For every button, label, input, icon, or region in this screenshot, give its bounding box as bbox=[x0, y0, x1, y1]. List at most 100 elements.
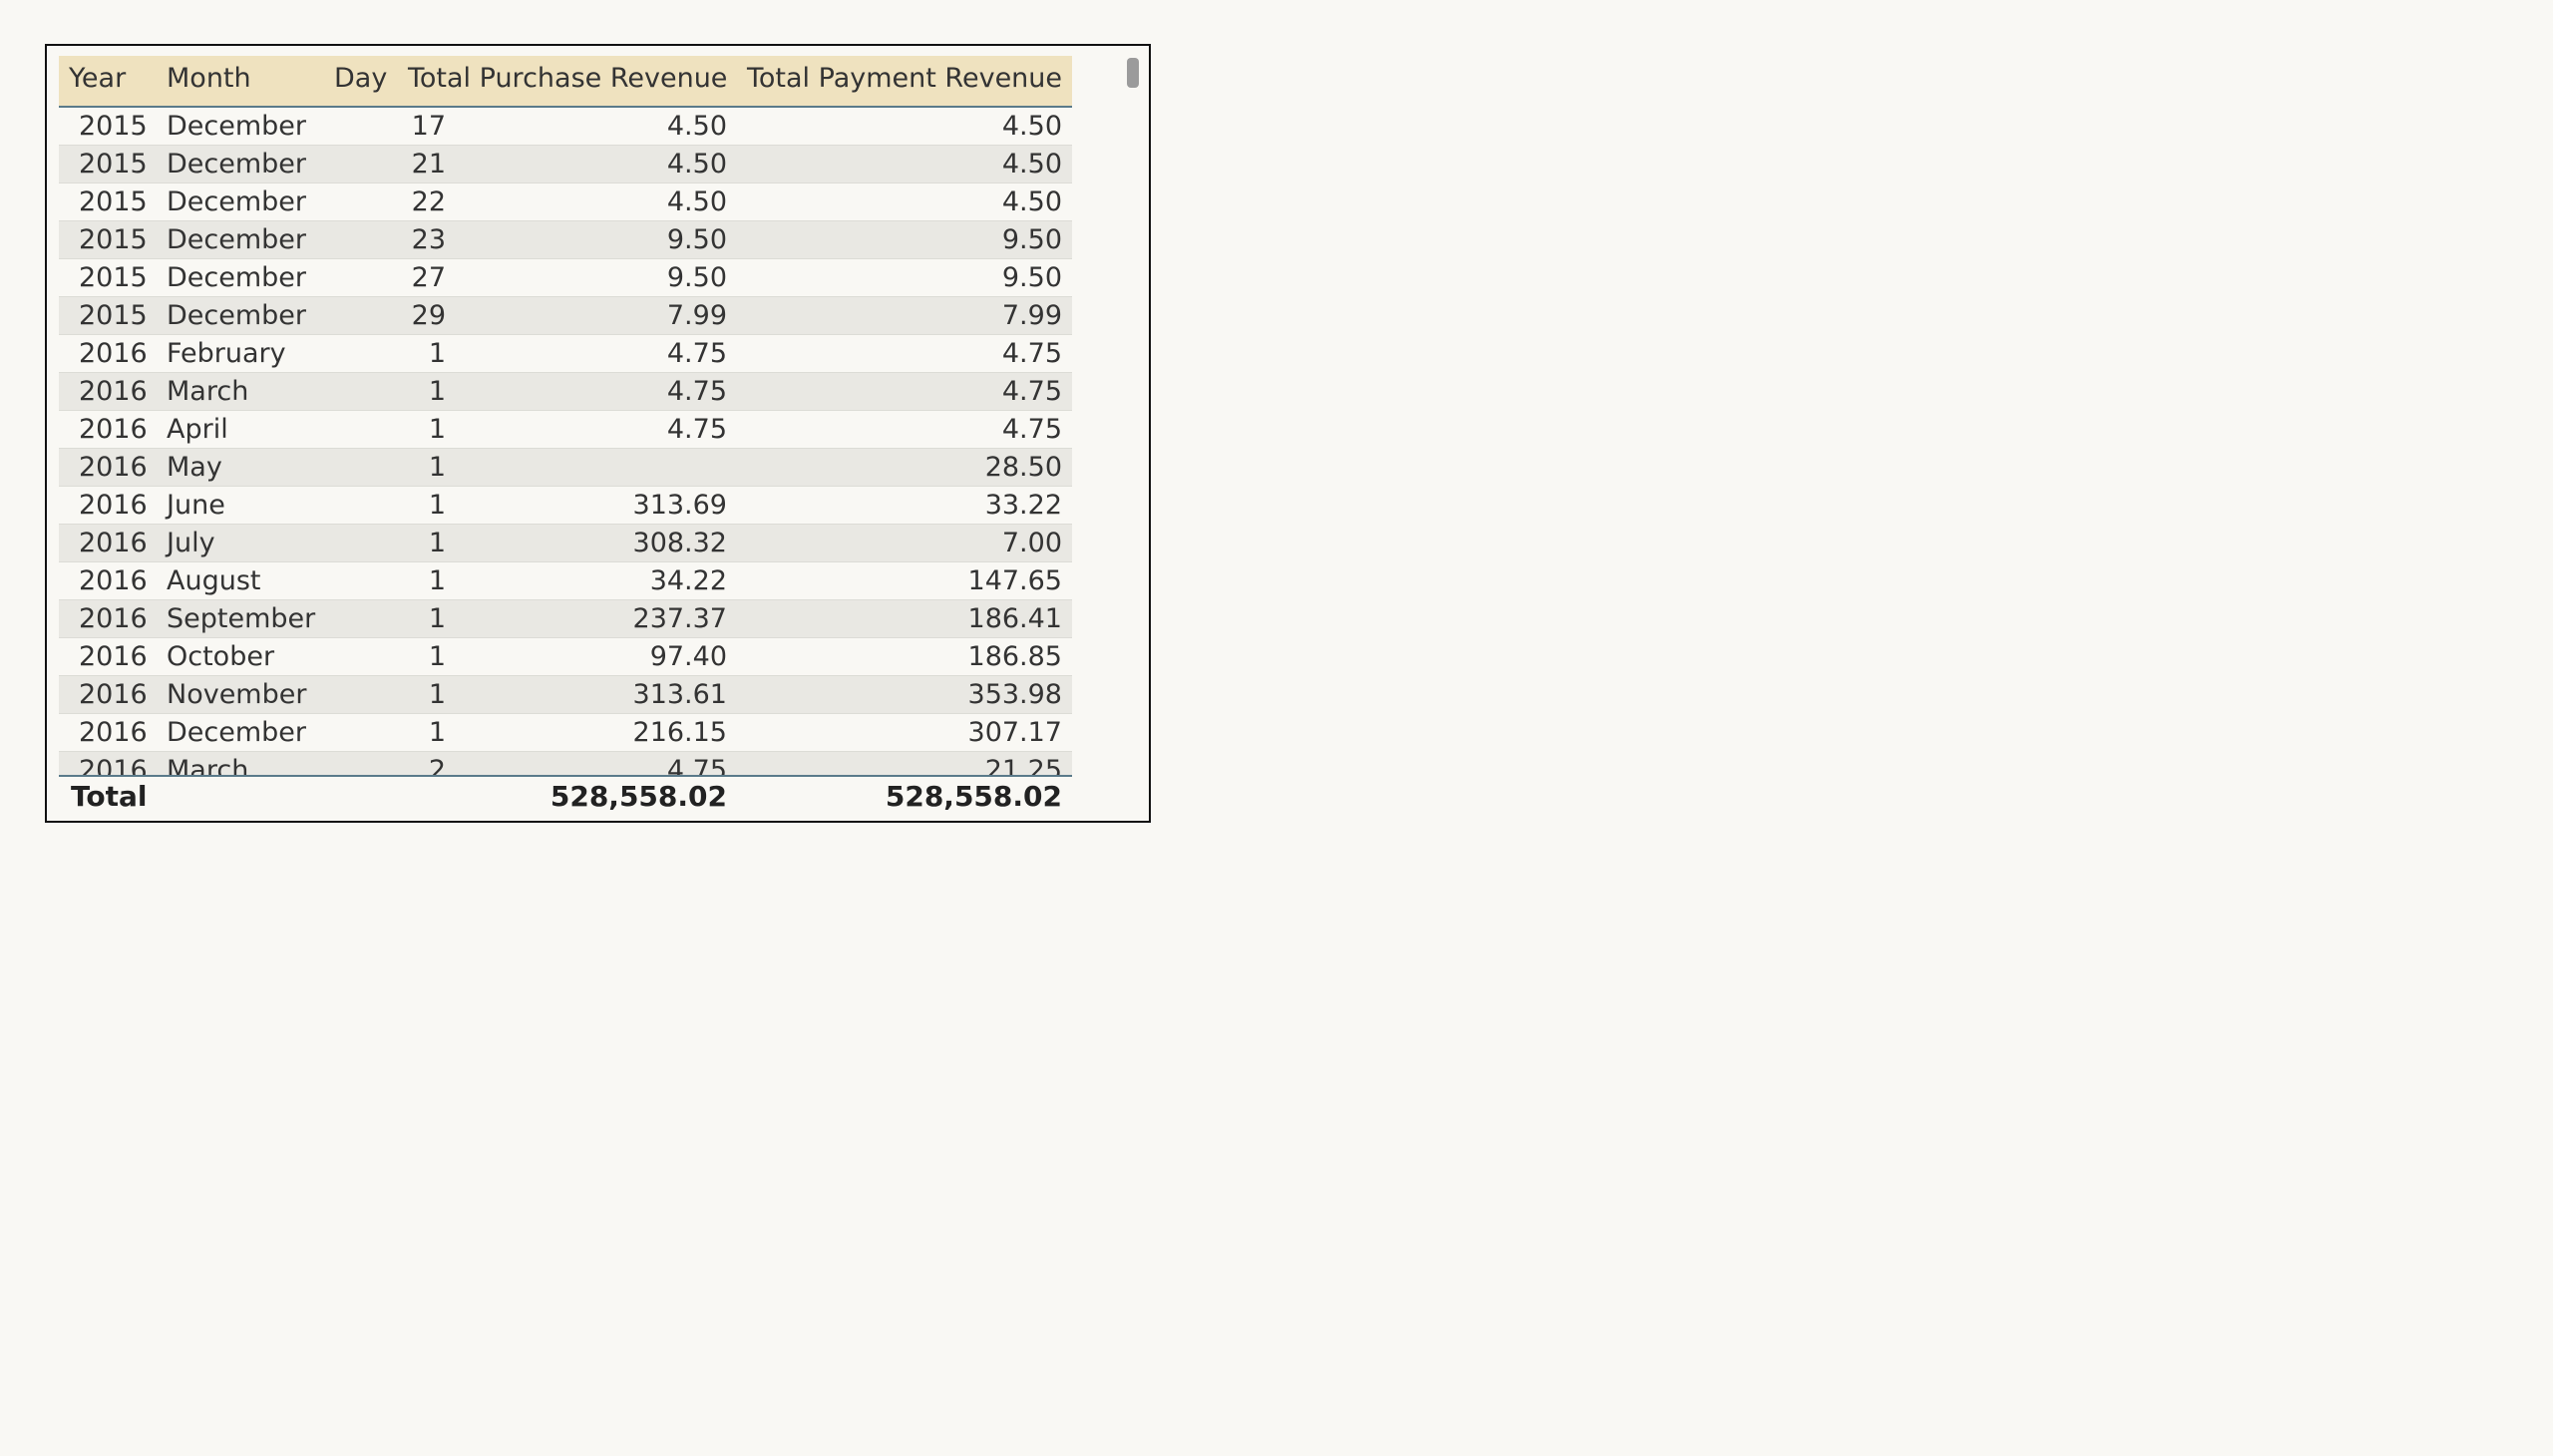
column-header-year[interactable]: Year bbox=[69, 60, 126, 98]
cell-month: December bbox=[167, 224, 307, 255]
cell-payment-revenue: 4.50 bbox=[1001, 186, 1062, 217]
cell-payment-revenue: 7.00 bbox=[1001, 528, 1062, 558]
cell-year: 2016 bbox=[79, 414, 148, 445]
table-header: Year Month Day Total Purchase Revenue To… bbox=[59, 56, 1072, 108]
table-row[interactable]: 2016 September 1 237.37 186.41 bbox=[59, 600, 1072, 638]
column-header-total-payment-revenue[interactable]: Total Payment Revenue bbox=[747, 60, 1062, 98]
table-row[interactable]: 2015 December 29 7.99 7.99 bbox=[59, 297, 1072, 335]
cell-day: 2 bbox=[428, 755, 446, 775]
cell-year: 2016 bbox=[79, 338, 148, 369]
cell-month: August bbox=[167, 565, 261, 596]
cell-year: 2016 bbox=[79, 717, 148, 748]
cell-purchase-revenue: 308.32 bbox=[632, 528, 727, 558]
cell-day: 23 bbox=[411, 224, 446, 255]
cell-day: 1 bbox=[428, 717, 446, 748]
data-table: Year Month Day Total Purchase Revenue To… bbox=[59, 56, 1072, 819]
cell-year: 2016 bbox=[79, 490, 148, 521]
cell-purchase-revenue: 34.22 bbox=[649, 565, 727, 596]
cell-day: 1 bbox=[428, 528, 446, 558]
cell-month: April bbox=[167, 414, 228, 445]
cell-year: 2016 bbox=[79, 376, 148, 407]
cell-purchase-revenue: 4.75 bbox=[666, 414, 727, 445]
cell-purchase-revenue: 4.50 bbox=[666, 149, 727, 180]
cell-month: December bbox=[167, 186, 307, 217]
table-row[interactable]: 2016 March 1 4.75 4.75 bbox=[59, 373, 1072, 411]
table-row[interactable]: 2016 October 1 97.40 186.85 bbox=[59, 638, 1072, 676]
cell-year: 2016 bbox=[79, 565, 148, 596]
cell-day: 17 bbox=[411, 111, 446, 142]
cell-payment-revenue: 7.99 bbox=[1001, 300, 1062, 331]
table-row[interactable]: 2015 December 23 9.50 9.50 bbox=[59, 221, 1072, 259]
cell-payment-revenue: 9.50 bbox=[1001, 262, 1062, 293]
cell-year: 2016 bbox=[79, 452, 148, 483]
table-row[interactable]: 2016 June 1 313.69 33.22 bbox=[59, 487, 1072, 525]
cell-payment-revenue: 33.22 bbox=[984, 490, 1062, 521]
cell-purchase-revenue: 97.40 bbox=[649, 641, 727, 672]
table-row[interactable]: 2015 December 27 9.50 9.50 bbox=[59, 259, 1072, 297]
table-row[interactable]: 2015 December 21 4.50 4.50 bbox=[59, 146, 1072, 183]
cell-purchase-revenue: 7.99 bbox=[666, 300, 727, 331]
column-header-total-purchase-revenue[interactable]: Total Purchase Revenue bbox=[408, 60, 727, 98]
cell-day: 1 bbox=[428, 679, 446, 710]
cell-purchase-revenue: 9.50 bbox=[666, 262, 727, 293]
cell-year: 2016 bbox=[79, 603, 148, 634]
cell-month: June bbox=[167, 490, 225, 521]
table-total-row: Total 528,558.02 528,558.02 bbox=[59, 775, 1072, 819]
cell-day: 1 bbox=[428, 414, 446, 445]
cell-month: March bbox=[167, 376, 249, 407]
cell-payment-revenue: 4.75 bbox=[1001, 376, 1062, 407]
table-row[interactable]: 2016 December 1 216.15 307.17 bbox=[59, 714, 1072, 752]
table-row[interactable]: 2016 November 1 313.61 353.98 bbox=[59, 676, 1072, 714]
cell-purchase-revenue: 4.75 bbox=[666, 338, 727, 369]
cell-payment-revenue: 4.50 bbox=[1001, 149, 1062, 180]
cell-month: December bbox=[167, 262, 307, 293]
cell-year: 2016 bbox=[79, 679, 148, 710]
cell-day: 1 bbox=[428, 338, 446, 369]
cell-day: 1 bbox=[428, 452, 446, 483]
cell-purchase-revenue: 237.37 bbox=[632, 603, 727, 634]
cell-day: 1 bbox=[428, 641, 446, 672]
column-header-day[interactable]: Day bbox=[334, 60, 387, 98]
cell-month: October bbox=[167, 641, 275, 672]
table-row[interactable]: 2016 August 1 34.22 147.65 bbox=[59, 562, 1072, 600]
cell-payment-revenue: 186.41 bbox=[967, 603, 1062, 634]
cell-purchase-revenue: 216.15 bbox=[632, 717, 727, 748]
cell-month: September bbox=[167, 603, 316, 634]
cell-day: 1 bbox=[428, 490, 446, 521]
cell-day: 22 bbox=[411, 186, 446, 217]
cell-day: 21 bbox=[411, 149, 446, 180]
cell-year: 2015 bbox=[79, 262, 148, 293]
cell-purchase-revenue: 313.61 bbox=[632, 679, 727, 710]
cell-day: 27 bbox=[411, 262, 446, 293]
total-purchase-revenue: 528,558.02 bbox=[549, 780, 727, 813]
cell-month: March bbox=[167, 755, 249, 775]
cell-payment-revenue: 307.17 bbox=[967, 717, 1062, 748]
cell-day: 29 bbox=[411, 300, 446, 331]
cell-payment-revenue: 28.50 bbox=[984, 452, 1062, 483]
table-row[interactable]: 2016 May 1 28.50 bbox=[59, 449, 1072, 487]
table-row[interactable]: 2016 July 1 308.32 7.00 bbox=[59, 525, 1072, 562]
cell-month: December bbox=[167, 300, 307, 331]
cell-payment-revenue: 21.25 bbox=[984, 755, 1062, 775]
table-row[interactable]: 2015 December 22 4.50 4.50 bbox=[59, 183, 1072, 221]
table-visual: Year Month Day Total Purchase Revenue To… bbox=[45, 44, 1151, 823]
table-row[interactable]: 2016 March 2 4.75 21.25 bbox=[59, 752, 1072, 775]
cell-month: February bbox=[167, 338, 286, 369]
total-label: Total bbox=[71, 780, 148, 813]
cell-month: July bbox=[167, 528, 215, 558]
total-payment-revenue: 528,558.02 bbox=[885, 780, 1062, 813]
table-row[interactable]: 2016 February 1 4.75 4.75 bbox=[59, 335, 1072, 373]
cell-payment-revenue: 147.65 bbox=[967, 565, 1062, 596]
vertical-scrollbar[interactable] bbox=[1127, 58, 1139, 88]
table-body[interactable]: 2015 December 17 4.50 4.50 2015 December 21 4.50… bbox=[59, 108, 1072, 775]
column-header-month[interactable]: Month bbox=[167, 60, 251, 98]
cell-year: 2016 bbox=[79, 755, 148, 775]
cell-year: 2016 bbox=[79, 641, 148, 672]
cell-payment-revenue: 353.98 bbox=[967, 679, 1062, 710]
cell-purchase-revenue: 9.50 bbox=[666, 224, 727, 255]
table-row[interactable]: 2016 April 1 4.75 4.75 bbox=[59, 411, 1072, 449]
cell-month: November bbox=[167, 679, 307, 710]
cell-purchase-revenue: 4.50 bbox=[666, 186, 727, 217]
table-row[interactable]: 2015 December 17 4.50 4.50 bbox=[59, 108, 1072, 146]
cell-day: 1 bbox=[428, 603, 446, 634]
